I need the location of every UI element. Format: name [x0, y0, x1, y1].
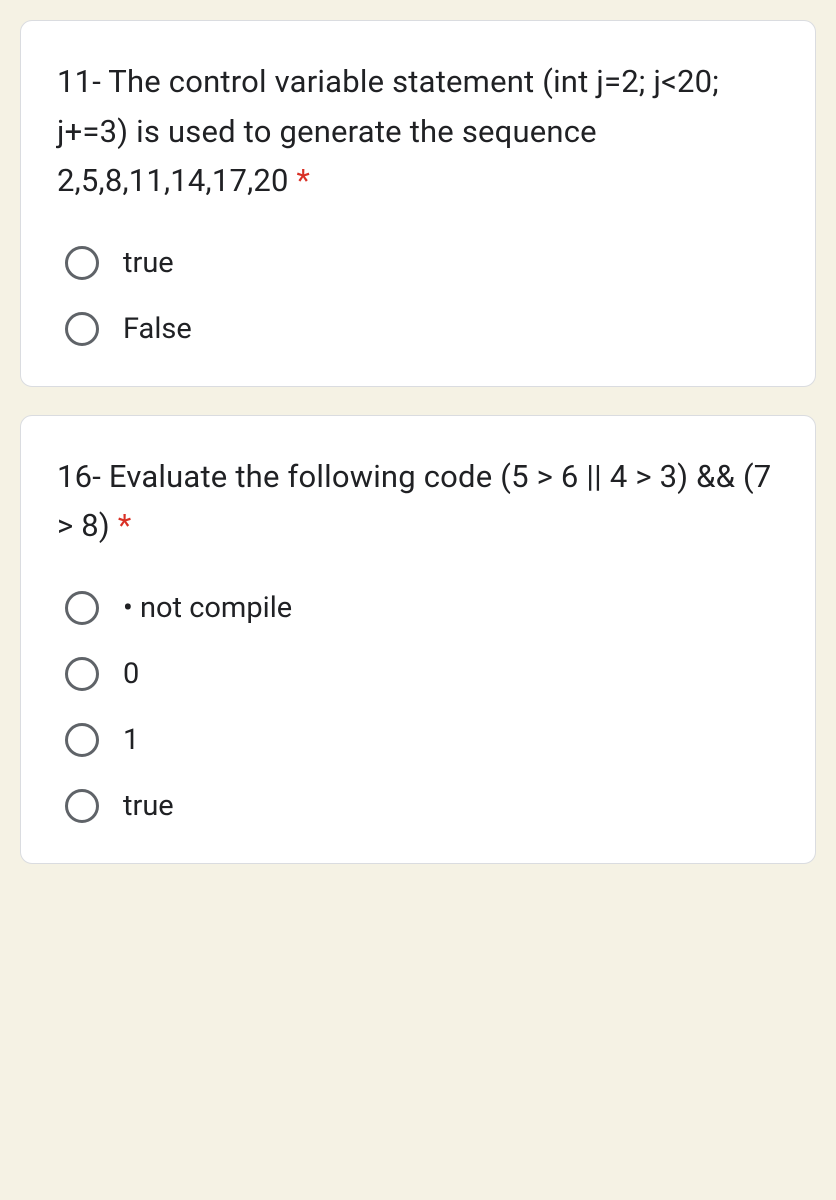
option-label: False	[123, 312, 192, 346]
required-asterisk: *	[118, 507, 132, 544]
option-label: true	[123, 789, 174, 823]
radio-option-not-compile[interactable]: • not compile	[65, 591, 779, 625]
radio-icon	[65, 789, 99, 823]
radio-icon	[65, 246, 99, 280]
required-asterisk: *	[297, 162, 311, 199]
radio-icon	[65, 723, 99, 757]
radio-option-0[interactable]: 0	[65, 657, 779, 691]
radio-icon	[65, 657, 99, 691]
question-text: 11- The control variable statement (int …	[57, 57, 779, 206]
radio-option-1[interactable]: 1	[65, 723, 779, 757]
options-group: • not compile 0 1 true	[57, 591, 779, 823]
option-label: 1	[123, 723, 139, 757]
question-card-16: 16- Evaluate the following code (5 > 6 |…	[20, 415, 816, 864]
options-group: true False	[57, 246, 779, 346]
question-card-11: 11- The control variable statement (int …	[20, 20, 816, 387]
option-label: 0	[123, 657, 139, 691]
question-body: 11- The control variable statement (int …	[57, 63, 719, 199]
option-label: true	[123, 246, 174, 280]
radio-option-true[interactable]: true	[65, 789, 779, 823]
radio-option-false[interactable]: False	[65, 312, 779, 346]
radio-icon	[65, 312, 99, 346]
radio-option-true[interactable]: true	[65, 246, 779, 280]
question-body: 16- Evaluate the following code (5 > 6 |…	[57, 458, 771, 545]
question-text: 16- Evaluate the following code (5 > 6 |…	[57, 452, 779, 551]
radio-icon	[65, 591, 99, 625]
option-label: • not compile	[123, 591, 292, 625]
